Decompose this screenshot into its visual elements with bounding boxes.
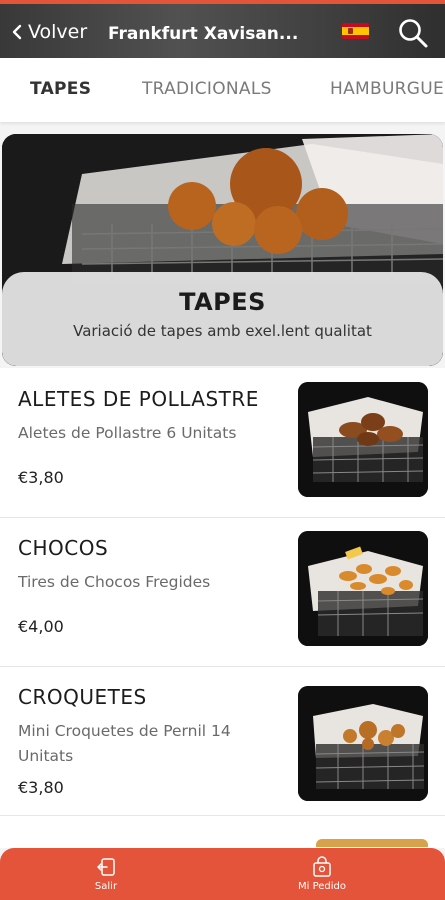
croquettes-image xyxy=(298,686,428,801)
store-name: Frankfurt Xavisan... xyxy=(108,24,299,44)
category-tabs: TAPES TRADICIONALS HAMBURGUESES xyxy=(0,58,445,122)
logout-icon xyxy=(97,858,115,876)
bottom-navigation: Salir Mi Pedido xyxy=(0,848,445,900)
product-description: Aletes de Pollastre 6 Unitats xyxy=(18,424,237,442)
shopping-bag-icon xyxy=(313,856,331,877)
banner-subtitle: Variació de tapes amb exel.lent qualitat xyxy=(73,322,372,340)
fried-squid-image xyxy=(298,531,428,646)
my-order-label: Mi Pedido xyxy=(297,881,346,892)
tab-tradicionals[interactable]: TRADICIONALS xyxy=(142,79,272,99)
product-description: Tires de Chocos Fregides xyxy=(18,573,211,591)
product-list: ALETES DE POLLASTRE Aletes de Pollastre … xyxy=(0,368,445,848)
banner-title: TAPES xyxy=(179,288,266,316)
product-price: €3,80 xyxy=(18,468,64,487)
next-product-image-edge xyxy=(316,839,428,847)
spain-flag-icon[interactable] xyxy=(342,23,369,39)
exit-label: Salir xyxy=(94,881,118,892)
product-name: ALETES DE POLLASTRE xyxy=(18,387,259,411)
exit-button[interactable]: Salir xyxy=(66,856,146,892)
product-price: €4,00 xyxy=(18,617,64,636)
product-item[interactable]: CROQUETES Mini Croquetes de Pernil 14 Un… xyxy=(0,666,445,816)
tab-tapes[interactable]: TAPES xyxy=(30,79,91,99)
my-order-button[interactable]: Mi Pedido xyxy=(282,856,362,892)
product-name: CHOCOS xyxy=(18,536,109,560)
product-price: €3,80 xyxy=(18,778,64,797)
banner-caption: TAPES Variació de tapes amb exel.lent qu… xyxy=(2,272,443,366)
tab-hamburgueses[interactable]: HAMBURGUESES xyxy=(330,79,445,99)
category-banner: TAPES Variació de tapes amb exel.lent qu… xyxy=(2,134,443,366)
product-description: Mini Croquetes de Pernil 14 Unitats xyxy=(18,722,231,765)
search-icon[interactable] xyxy=(397,17,429,49)
product-item[interactable]: ALETES DE POLLASTRE Aletes de Pollastre … xyxy=(0,368,445,518)
chicken-wings-image xyxy=(298,382,428,497)
product-item[interactable]: CHOCOS Tires de Chocos Fregides €4,00 xyxy=(0,517,445,667)
product-name: CROQUETES xyxy=(18,685,147,709)
chevron-left-icon xyxy=(12,24,22,40)
back-label: Volver xyxy=(28,21,88,43)
top-bar: Volver Frankfurt Xavisan... xyxy=(0,0,445,58)
back-button[interactable]: Volver xyxy=(10,18,87,46)
